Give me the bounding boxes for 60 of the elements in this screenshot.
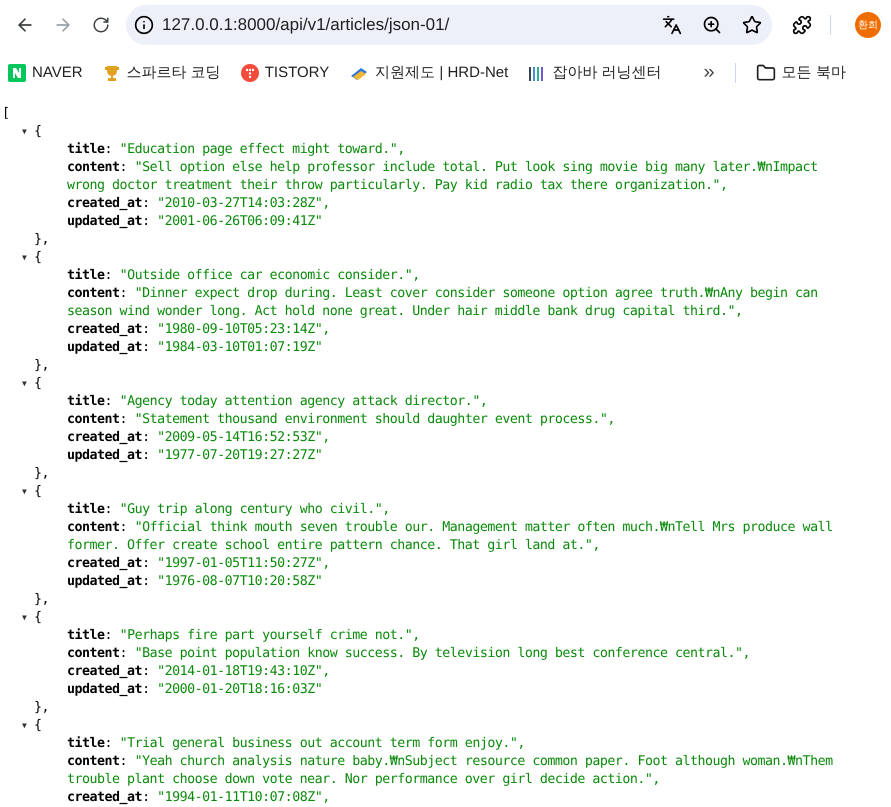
address-bar[interactable]: 127.0.0.1:8000/api/v1/articles/json-01/ [126,5,772,45]
toggle-arrow[interactable]: ▼ [22,249,34,267]
json-entry: title: "Perhaps fire part yourself crime not.", [67,628,420,643]
json-entry: updated_at: "2000-01-20T18:16:03Z" [67,682,322,697]
translate-icon[interactable] [662,15,682,35]
info-icon[interactable] [134,15,154,35]
extensions-icon[interactable] [792,15,812,35]
bookmark[interactable]: 지원제도 | HRD-Net [349,63,508,82]
json-entry: updated_at: "1977-07-20T19:27:27Z" [67,448,322,463]
bookmark[interactable]: NAVER [8,64,83,82]
star-icon[interactable] [742,15,762,35]
dots-icon [240,64,259,82]
json-entry: created_at: "2009-05-14T16:52:53Z", [67,430,330,445]
brace: { [34,609,42,627]
brace: { [34,717,42,735]
json-entry: title: "Outside office car economic consider.", [67,268,420,283]
json-entry: title: "Education page effect might toward.", [67,142,405,157]
brace: { [34,249,42,267]
bookmark-folder[interactable]: 모든 북마 [756,62,846,82]
json-entry: updated_at: "1976-08-07T10:20:58Z" [67,574,322,589]
brace: }, [34,231,50,249]
json-entry: title: "Guy trip along century who civil.", [67,502,390,517]
json-entry: content: "Sell option else help professor include total. Put look sing movie big many later.₩nImpact wrong doctor treatment their throw particularly. Pay kid radio tax there organization.", [67,160,818,193]
json-entry: content: "Official think mouth seven trouble our. Management matter often much.₩nTell Mrs produce wall former. Offer create school entire pattern chance. That girl land at.", [67,520,833,553]
toggle-arrow[interactable]: ▼ [22,717,34,735]
json-entry: created_at: "1997-01-05T11:50:27Z", [67,556,330,571]
bracket: [ [2,105,10,123]
brace: }, [34,465,50,483]
toggle-arrow[interactable]: ▼ [22,123,34,141]
url-text: 127.0.0.1:8000/api/v1/articles/json-01/ [162,15,450,35]
json-entry: content: "Statement thousand environment should daughter event process.", [67,412,615,427]
more-bookmarks-button[interactable]: » [703,61,715,84]
json-entry: title: "Agency today attention agency attack director.", [67,394,488,409]
toggle-arrow[interactable]: ▼ [22,375,34,393]
json-entry: content: "Base point population know success. By television long best conference central.", [67,646,750,661]
bookmark[interactable]: TISTORY [240,64,330,82]
brace: }, [34,591,50,609]
json-entry: created_at: "2014-01-18T19:43:10Z", [67,664,330,679]
brace: }, [34,699,50,717]
brace: { [34,375,42,393]
json-entry: created_at: "2010-03-27T14:03:28Z", [67,196,330,211]
toggle-arrow[interactable]: ▼ [22,483,34,501]
bookmark[interactable]: 잡아바 러닝센터 [528,63,662,82]
json-entry: created_at: "1980-09-10T05:23:14Z", [67,322,330,337]
reload-icon[interactable] [92,16,110,34]
zoom-icon[interactable] [702,15,722,35]
json-entry: content: "Yeah church analysis nature baby.₩nSubject resource common paper. Foot although woman.₩nThem trouble plant choose down vote near. Nor performance over girl decide action.", [67,754,833,787]
naver-icon [8,64,26,82]
brace: { [34,483,42,501]
trophy-icon [102,64,121,82]
toggle-arrow[interactable]: ▼ [22,609,34,627]
json-entry: content: "Dinner expect drop during. Least cover consider someone option agree truth.₩nAny begin can season wind wonder long. Act hold none great. Under hair middle bank drug capital third.", [67,286,818,319]
bookmark[interactable]: 스파르타 코딩 [102,63,221,82]
json-entry: title: "Trial general business out account term form enjoy.", [67,736,525,751]
json-entry: updated_at: "2001-06-26T06:09:41Z" [67,214,322,229]
brace: }, [34,357,50,375]
brace: { [34,123,42,141]
json-entry: updated_at: "1984-03-10T01:07:19Z" [67,340,322,355]
folder-icon [756,62,776,82]
json-entry: created_at: "1994-01-11T10:07:08Z", [67,790,330,805]
